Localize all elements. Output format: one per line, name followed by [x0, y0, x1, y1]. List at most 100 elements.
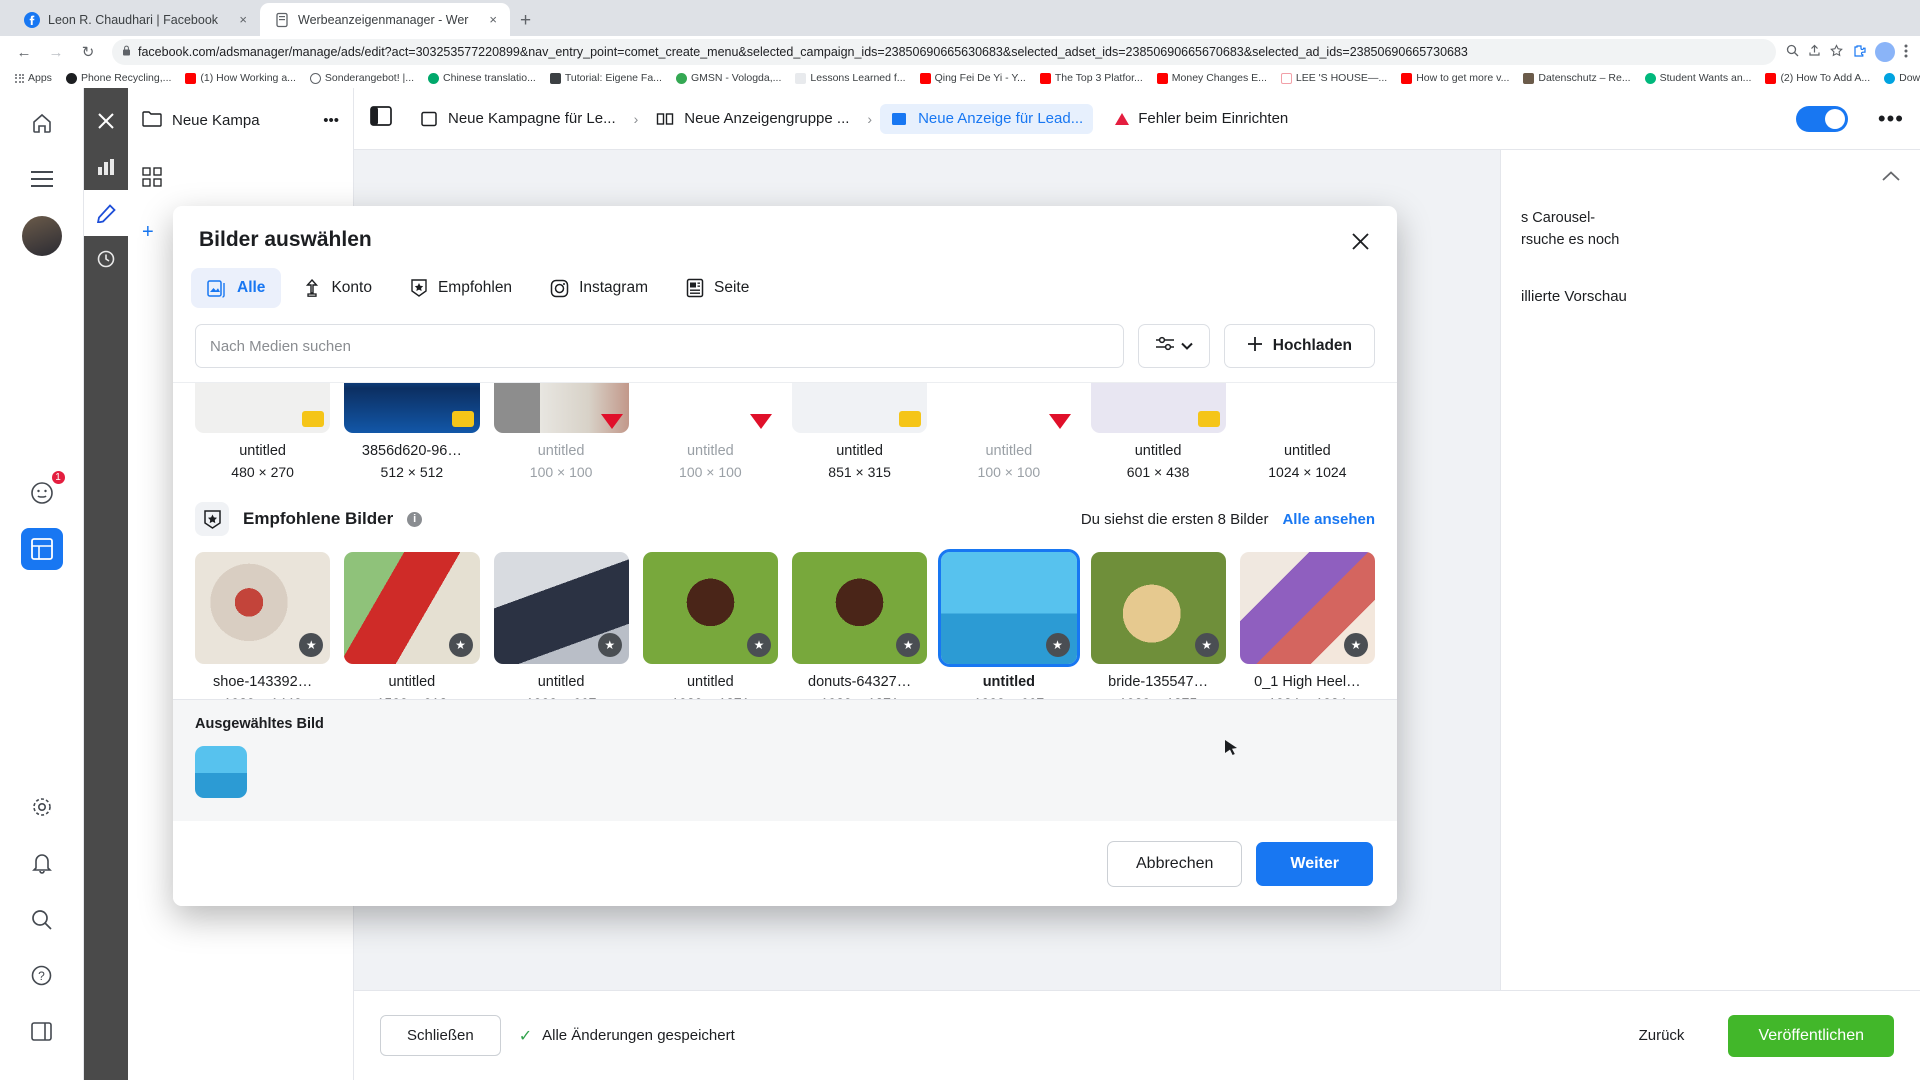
youtube-icon — [1401, 72, 1413, 84]
media-thumbnail[interactable]: ★ — [1239, 552, 1375, 664]
profile-avatar-icon[interactable] — [1875, 42, 1895, 62]
selected-image-thumbnail[interactable] — [195, 746, 247, 799]
media-cell[interactable]: untitled 100 × 100 — [642, 383, 778, 480]
media-thumbnail[interactable]: ★ — [493, 552, 629, 664]
media-name: 0_1 High Heel… — [1254, 674, 1361, 690]
media-name: untitled — [1134, 443, 1182, 459]
media-cell[interactable]: ★ shoe-143392… 1920 × 1440 — [195, 552, 331, 699]
address-bar[interactable]: facebook.com/adsmanager/manage/ads/edit?… — [112, 39, 1776, 65]
media-thumbnail[interactable]: ★ — [1090, 552, 1226, 664]
bookmark-item[interactable]: Download - Cooki... — [1877, 72, 1920, 84]
tab-instagram[interactable]: Instagram — [534, 269, 664, 308]
media-thumbnail[interactable] — [195, 383, 331, 433]
media-thumbnail[interactable] — [941, 383, 1077, 433]
tab-konto[interactable]: Konto — [287, 268, 388, 308]
media-name: untitled — [537, 674, 585, 690]
bookmark-item[interactable]: (2) How To Add A... — [1758, 72, 1877, 84]
bookmark-apps[interactable]: Apps — [8, 72, 59, 84]
media-name: donuts-64327… — [808, 674, 912, 690]
media-cell[interactable]: untitled 100 × 100 — [941, 383, 1077, 480]
browser-tab-2[interactable]: Werbeanzeigenmanager - Wer × — [260, 3, 510, 36]
media-cell[interactable]: untitled 100 × 100 — [493, 383, 629, 480]
tab-close-icon[interactable]: × — [236, 12, 250, 27]
bookmark-item[interactable]: Tutorial: Eigene Fa... — [543, 72, 669, 84]
media-cell[interactable]: untitled 601 × 438 — [1090, 383, 1226, 480]
bookmark-item[interactable]: Money Changes E... — [1150, 72, 1274, 84]
bookmark-item[interactable]: Phone Recycling,... — [59, 72, 178, 84]
zoom-icon[interactable] — [1786, 44, 1799, 60]
forward-icon[interactable]: → — [42, 38, 70, 66]
hash-icon — [549, 72, 561, 84]
next-button[interactable]: Weiter — [1256, 841, 1373, 886]
upload-button[interactable]: Hochladen — [1223, 324, 1375, 368]
bookmark-label: Money Changes E... — [1171, 72, 1267, 84]
back-icon[interactable]: ← — [10, 38, 38, 66]
new-tab-button[interactable]: + — [520, 10, 531, 32]
bookmark-item[interactable]: Lessons Learned f... — [788, 72, 912, 84]
tab-empfohlen[interactable]: Empfohlen — [394, 268, 528, 308]
media-thumbnail[interactable] — [344, 383, 480, 433]
bookmark-item[interactable]: Datenschutz – Re... — [1516, 72, 1637, 84]
bookmark-label: Phone Recycling,... — [80, 72, 172, 84]
media-cell[interactable]: ★ bride-135547… 1920 × 1275 — [1090, 552, 1226, 699]
media-cell[interactable]: untitled 851 × 315 — [792, 383, 928, 480]
media-thumbnail[interactable] — [1090, 383, 1226, 433]
bookmark-item[interactable]: The Top 3 Platfor... — [1033, 72, 1150, 84]
media-dimensions: 480 × 270 — [231, 464, 294, 480]
bookmark-item[interactable]: Student Wants an... — [1638, 72, 1759, 84]
media-thumbnail[interactable]: ★ — [642, 552, 778, 664]
media-cell[interactable]: ★ untitled 1500 × 912 — [344, 552, 480, 699]
browser-chrome: Leon R. Chaudhari | Facebook × Werbeanze… — [0, 0, 1920, 88]
facebook-icon — [24, 11, 40, 28]
bookmark-item[interactable]: (1) How Working a... — [178, 72, 303, 84]
media-thumbnail[interactable]: ★ — [792, 552, 928, 664]
bookmark-label: How to get more v... — [1416, 72, 1510, 84]
media-dimensions: 100 × 100 — [529, 464, 593, 480]
extensions-icon[interactable] — [1852, 44, 1866, 61]
media-cell[interactable]: ★ 0_1 High Heel… 1024 × 1024 — [1239, 552, 1375, 699]
info-icon[interactable]: i — [407, 511, 423, 527]
media-cell[interactable]: untitled 1024 × 1024 — [1239, 383, 1375, 480]
media-cell[interactable]: ★ untitled 1000 × 667 — [493, 552, 629, 699]
selected-image-section: Ausgewähltes Bild — [173, 699, 1397, 822]
media-dimensions: 851 × 315 — [828, 464, 891, 480]
close-icon[interactable] — [1343, 224, 1377, 258]
media-dimensions: 100 × 100 — [679, 464, 742, 480]
bookmark-item[interactable]: How to get more v... — [1394, 72, 1516, 84]
media-thumbnail[interactable] — [493, 383, 629, 433]
tab-close-icon[interactable]: × — [486, 12, 500, 27]
media-cell[interactable]: untitled 480 × 270 — [195, 383, 331, 480]
filter-button[interactable] — [1137, 324, 1210, 368]
tab-seite[interactable]: Seite — [670, 268, 765, 308]
media-thumbnail[interactable]: ★ — [344, 552, 480, 664]
bookmark-item[interactable]: LEE 'S HOUSE—... — [1274, 72, 1394, 84]
media-thumbnail[interactable]: ★ — [195, 552, 331, 664]
bookmark-item[interactable]: Chinese translatio... — [421, 72, 543, 84]
browser-tab-1[interactable]: Leon R. Chaudhari | Facebook × — [10, 3, 260, 36]
media-cell[interactable]: 3856d620-96… 512 × 512 — [344, 383, 480, 480]
media-thumbnail[interactable] — [642, 383, 778, 433]
media-cell[interactable]: ★ donuts-64327… 1920 × 1271 — [792, 552, 928, 699]
site-favicon-icon — [1523, 72, 1535, 84]
share-icon[interactable] — [1808, 44, 1821, 60]
bookmark-item[interactable]: Qing Fei De Yi - Y... — [913, 72, 1033, 84]
view-all-link[interactable]: Alle ansehen — [1282, 511, 1375, 528]
bookmark-item[interactable]: Sonderangebot! |... — [303, 72, 421, 84]
tab-alle[interactable]: Alle — [191, 268, 282, 308]
media-thumbnail[interactable] — [792, 383, 928, 433]
media-cell[interactable]: ★ untitled 1920 × 1271 — [642, 552, 778, 699]
search-input[interactable]: Nach Medien suchen — [195, 324, 1124, 368]
media-scroll-area[interactable]: untitled 480 × 270 3856d620-96… 512 × 51… — [173, 382, 1397, 699]
media-thumbnail[interactable]: ★ — [938, 549, 1080, 667]
select-images-modal: Bilder auswählen Alle Konto Empfohlen In… — [173, 206, 1397, 906]
media-cell-selected[interactable]: ★ untitled 1000 × 667 — [938, 549, 1080, 699]
tab-title: Leon R. Chaudhari | Facebook — [48, 12, 219, 27]
cancel-button[interactable]: Abbrechen — [1107, 840, 1243, 887]
media-thumbnail[interactable] — [1239, 383, 1375, 433]
bookmark-item[interactable]: GMSN - Vologda,... — [669, 72, 788, 84]
star-icon[interactable] — [1830, 44, 1843, 60]
browser-menu-icon[interactable] — [1904, 44, 1908, 61]
media-dimensions: 1920 × 1271 — [821, 695, 899, 699]
media-name: untitled — [537, 443, 585, 459]
reload-icon[interactable]: ↻ — [74, 38, 102, 66]
